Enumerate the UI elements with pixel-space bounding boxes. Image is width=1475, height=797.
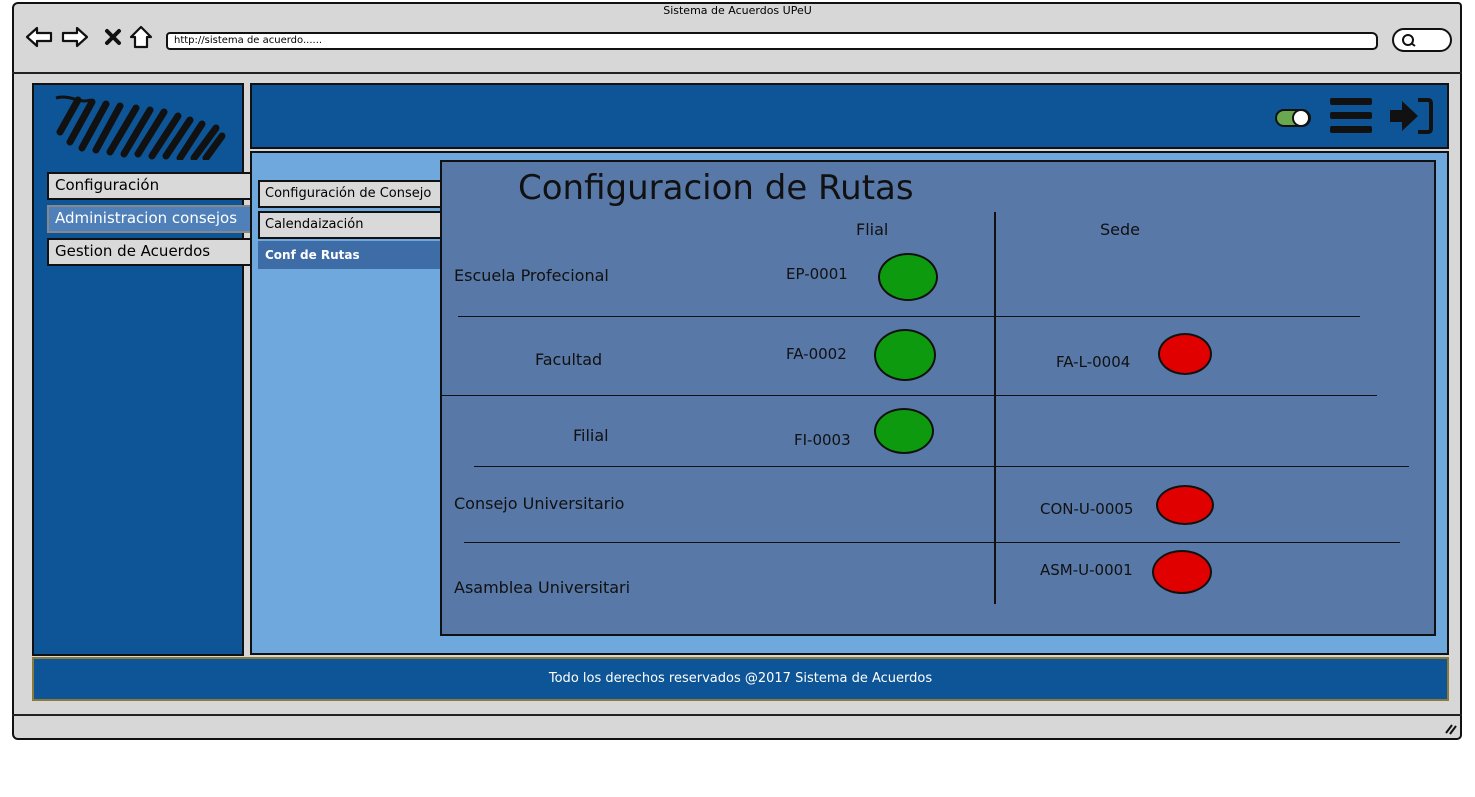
filial-status-green[interactable] — [874, 329, 936, 381]
submenu-item-label: Conf de Rutas — [265, 248, 360, 262]
hamburger-menu-icon[interactable] — [1328, 96, 1374, 136]
filial-route-code: FI-0003 — [794, 431, 851, 449]
column-divider — [994, 212, 996, 604]
app-header — [250, 83, 1449, 149]
sede-status-red[interactable] — [1152, 550, 1212, 594]
route-row-label: Escuela Profecional — [454, 266, 609, 285]
statusbar-divider — [12, 714, 1462, 716]
sidebar-item-label: Configuración — [55, 176, 160, 194]
sidebar-item-administracion-consejos[interactable]: Administracion consejos — [47, 205, 252, 233]
sede-status-red[interactable] — [1158, 333, 1212, 375]
sidebar-item-gestion-acuerdos[interactable]: Gestion de Acuerdos — [47, 238, 252, 266]
forward-arrow-icon[interactable] — [60, 22, 90, 52]
column-header-sede: Sede — [1100, 220, 1140, 239]
submenu-item-conf-rutas[interactable]: Conf de Rutas — [258, 241, 444, 269]
resize-handle-icon[interactable] — [1440, 719, 1460, 737]
footer: Todo los derechos reservados @2017 Siste… — [32, 657, 1449, 701]
sidebar-item-label: Gestion de Acuerdos — [55, 242, 211, 260]
sede-status-red[interactable] — [1156, 485, 1214, 525]
filial-status-green[interactable] — [878, 253, 938, 301]
search-icon — [1402, 34, 1416, 47]
submenu-item-label: Configuración de Consejo — [265, 186, 432, 201]
row-divider — [474, 466, 1409, 467]
toolbar-divider — [12, 72, 1462, 74]
filial-status-green[interactable] — [874, 408, 934, 454]
sign-in-arrow-icon[interactable] — [1388, 96, 1434, 136]
back-arrow-icon[interactable] — [24, 22, 54, 52]
row-divider — [464, 542, 1400, 543]
toggle-switch-icon[interactable] — [1274, 106, 1314, 130]
sidebar — [32, 83, 244, 656]
browser-search-box[interactable] — [1392, 28, 1452, 52]
route-row-label: Consejo Universitario — [454, 494, 625, 513]
filial-route-code: FA-0002 — [786, 345, 847, 363]
home-icon[interactable] — [126, 22, 156, 52]
address-bar[interactable]: http://sistema de acuerdo...... — [166, 32, 1378, 50]
sede-route-code: FA-L-0004 — [1056, 353, 1131, 371]
window-title: Sistema de Acuerdos UPeU — [663, 4, 812, 17]
sidebar-item-configuracion[interactable]: Configuración — [47, 172, 252, 200]
submenu-item-calendaizacion[interactable]: Calendaización — [258, 211, 444, 239]
column-header-filial: Flial — [856, 220, 889, 239]
route-row-label: Filial — [573, 426, 609, 445]
routes-panel — [440, 160, 1436, 636]
page-title: Configuracion de Rutas — [518, 168, 914, 208]
sede-route-code: ASM-U-0001 — [1040, 561, 1133, 579]
logo-scribble — [50, 92, 228, 162]
row-divider — [442, 395, 1377, 396]
sidebar-item-label: Administracion consejos — [55, 209, 238, 227]
footer-text: Todo los derechos reservados @2017 Siste… — [548, 671, 933, 686]
submenu-item-configuracion-consejo[interactable]: Configuración de Consejo — [258, 180, 444, 208]
filial-route-code: EP-0001 — [786, 265, 848, 283]
close-x-icon[interactable] — [98, 22, 128, 52]
row-divider — [458, 316, 1360, 317]
route-row-label: Asamblea Universitari — [454, 578, 631, 597]
sede-route-code: CON-U-0005 — [1040, 500, 1134, 518]
route-row-label: Facultad — [535, 350, 603, 369]
submenu-item-label: Calendaización — [265, 217, 364, 232]
